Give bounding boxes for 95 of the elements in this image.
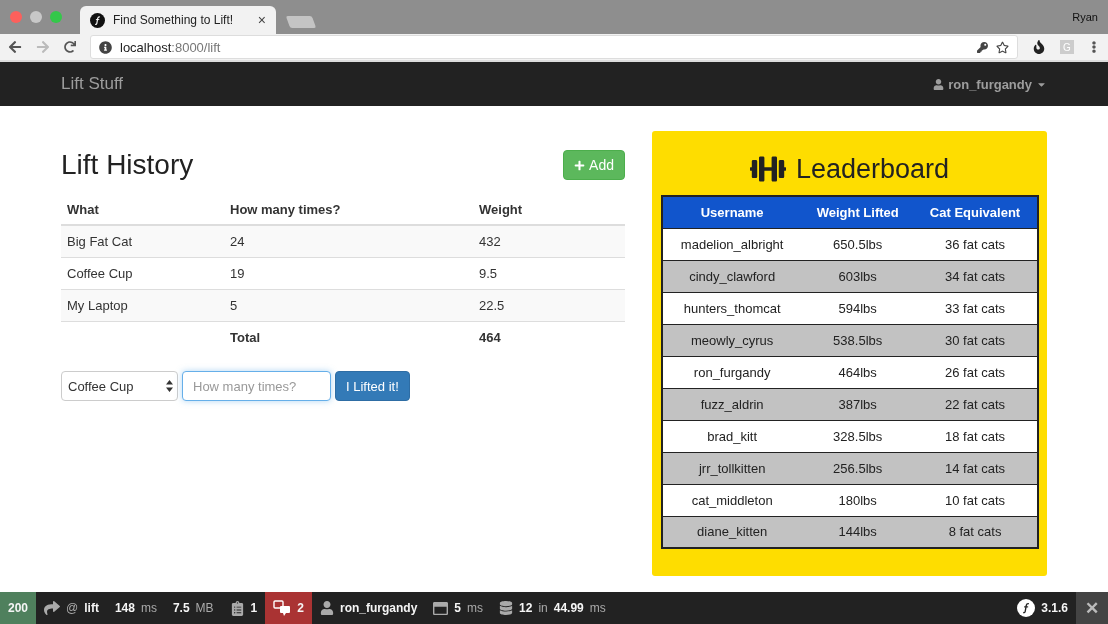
address-bar[interactable]: localhost:8000/lift — [90, 35, 1018, 59]
table-cell: My Laptop — [61, 289, 224, 321]
window-zoom-dot[interactable] — [50, 11, 62, 23]
toolbar-value[interactable]: lift — [84, 601, 99, 615]
table-cell: Coffee Cup — [61, 257, 224, 289]
times-input[interactable]: How many times? — [182, 371, 331, 401]
table-cell: 603lbs — [801, 260, 914, 292]
table-cell: 24 — [224, 225, 473, 257]
info-icon — [99, 40, 112, 54]
table-cell: 387lbs — [801, 388, 914, 420]
browser-tab[interactable]: Find Something to Lift! × — [80, 6, 276, 34]
column-header: Cat Equivalent — [913, 196, 1038, 228]
table-cell: 8 fat cats — [913, 516, 1038, 548]
back-icon[interactable] — [8, 40, 22, 54]
table-cell: 10 fat cats — [913, 484, 1038, 516]
table-cell: hunters_thomcat — [661, 292, 802, 324]
table-cell: 180lbs — [801, 484, 914, 516]
toolbar-value[interactable]: ms — [140, 601, 157, 615]
layout-icon — [433, 600, 449, 616]
table-cell: meowly_cyrus — [661, 324, 802, 356]
toolbar-value[interactable]: 148 — [114, 601, 135, 615]
close-toolbar-button[interactable]: ✕ — [1076, 592, 1108, 624]
toolbar-value[interactable]: ms — [467, 601, 483, 615]
table-cell: 464lbs — [801, 356, 914, 388]
database-icon — [499, 601, 513, 615]
table-cell: 594lbs — [801, 292, 914, 324]
toolbar-value[interactable]: in — [538, 601, 548, 615]
table-cell: 36 fat cats — [913, 228, 1038, 260]
site-logo-icon — [90, 12, 105, 28]
table-cell: 256.5lbs — [801, 452, 914, 484]
reload-icon[interactable] — [64, 41, 76, 53]
table-cell: 22.5 — [473, 289, 625, 321]
toolbar-value[interactable]: 7.5 — [172, 601, 190, 615]
table-cell: 538.5lbs — [801, 324, 914, 356]
table-cell: 30 fat cats — [913, 324, 1038, 356]
user-menu[interactable]: ron_furgandy — [933, 76, 1047, 92]
tab-close-button[interactable]: × — [257, 12, 266, 28]
version-label[interactable]: 3.1.6 — [1041, 601, 1068, 615]
key-icon[interactable] — [977, 41, 988, 53]
table-cell: 26 fat cats — [913, 356, 1038, 388]
table-cell: cindy_clawford — [661, 260, 802, 292]
lifted-button[interactable]: I Lifted it! — [335, 371, 410, 401]
clipboard-icon — [229, 600, 245, 616]
table-cell: fuzz_aldrin — [661, 388, 802, 420]
user-icon — [320, 601, 334, 615]
leaderboard-title: Leaderboard — [795, 153, 950, 185]
table-cell: 33 fat cats — [913, 292, 1038, 324]
total-label: Total — [224, 321, 473, 353]
plus-icon — [574, 159, 586, 171]
url-host: localhost — [120, 39, 172, 55]
bookmark-star-icon[interactable] — [996, 40, 1009, 54]
profile-name[interactable]: Ryan — [1072, 11, 1098, 23]
toolbar-value[interactable]: ms — [589, 601, 606, 615]
user-icon — [933, 78, 945, 90]
item-select[interactable]: Coffee Cup — [61, 371, 178, 401]
table-cell: 19 — [224, 257, 473, 289]
framework-logo-icon — [1017, 599, 1036, 617]
table-cell: Big Fat Cat — [61, 225, 224, 257]
toolbar-value[interactable]: ron_furgandy — [340, 601, 418, 615]
table-cell: brad_kitt — [661, 420, 802, 452]
toolbar-value[interactable]: @ — [66, 601, 79, 615]
table-cell: madelion_albright — [661, 228, 802, 260]
up-down-arrows-icon — [166, 380, 173, 392]
table-cell: 18 fat cats — [913, 420, 1038, 452]
total-value: 464 — [473, 321, 625, 353]
tab-title: Find Something to Lift! — [113, 13, 235, 27]
url-path: :8000/lift — [171, 39, 221, 55]
toolbar-value[interactable]: 44.99 — [553, 601, 584, 615]
window-close-dot[interactable] — [10, 11, 22, 23]
window-minimize-dot[interactable] — [30, 11, 42, 23]
table-cell: cat_middleton — [661, 484, 802, 516]
table-cell: 34 fat cats — [913, 260, 1038, 292]
speech-bubbles-icon — [273, 600, 292, 616]
flame-extension-icon[interactable] — [1032, 40, 1046, 54]
toolbar-value[interactable]: 2 — [297, 601, 304, 615]
toolbar-value[interactable]: 1 — [250, 601, 258, 615]
table-cell: jrr_tollkitten — [661, 452, 802, 484]
brand-link[interactable]: Lift Stuff — [61, 74, 124, 94]
table-cell: 9.5 — [473, 257, 625, 289]
column-header: Weight Lifted — [801, 196, 914, 228]
toolbar-value[interactable]: 12 — [519, 601, 533, 615]
table-cell: 432 — [473, 225, 625, 257]
toolbar-value[interactable]: 5 — [454, 601, 461, 615]
table-cell: 650.5lbs — [801, 228, 914, 260]
page-heading: Lift History — [61, 149, 194, 181]
table-cell: diane_kitten — [661, 516, 802, 548]
table-cell: 144lbs — [801, 516, 914, 548]
column-header: Username — [661, 196, 802, 228]
table-cell: ron_furgandy — [661, 356, 802, 388]
share-arrow-icon — [44, 600, 61, 616]
table-cell: 5 — [224, 289, 473, 321]
toolbar-value[interactable]: MB — [195, 601, 214, 615]
table-cell: 328.5lbs — [801, 420, 914, 452]
table-cell: 14 fat cats — [913, 452, 1038, 484]
table-cell: 22 fat cats — [913, 388, 1038, 420]
